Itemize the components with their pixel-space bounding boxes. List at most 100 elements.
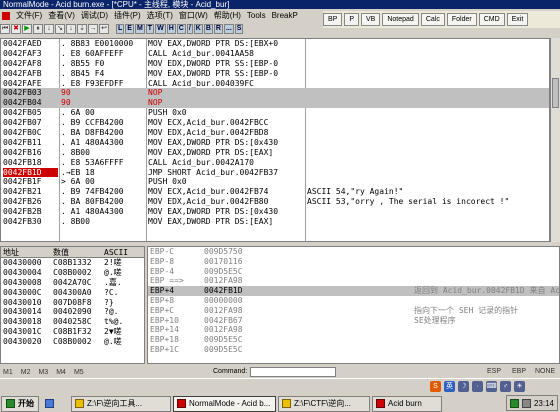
toolbar-patches-button[interactable]: / bbox=[186, 24, 193, 34]
disasm-row-selected[interactable]: 0042FB03 90 NOP bbox=[1, 88, 549, 99]
toolbar-runtrace-button[interactable]: ... bbox=[223, 24, 234, 34]
keyboard-icon[interactable]: ⌨ bbox=[486, 381, 497, 392]
dump-tab-m2[interactable]: M2 bbox=[21, 369, 31, 376]
plugin-calc-button[interactable]: Calc bbox=[420, 13, 445, 26]
dump-row[interactable]: 00430010 007D08F8?} bbox=[1, 298, 144, 308]
skin-icon[interactable]: ☀ bbox=[514, 381, 525, 392]
disasm-row[interactable]: 0042FB21. B9 74FB4200 MOV ECX,Acid_bur.00… bbox=[1, 187, 549, 197]
stack-row[interactable]: EBP-C 009D5750 bbox=[148, 247, 559, 257]
browser-quicklaunch-icon[interactable] bbox=[45, 399, 54, 408]
task-folder-ctf[interactable]: Z:\F\CTF\逆向... bbox=[278, 395, 370, 412]
plugin-bp-button[interactable]: BP bbox=[323, 13, 343, 26]
go-to-origin-icon[interactable]: ↩ bbox=[99, 24, 109, 34]
task-folder-tools[interactable]: Z:\F\逆向工具... bbox=[71, 395, 171, 412]
dump-tab-m4[interactable]: M4 bbox=[56, 369, 66, 376]
toolbar-callstack-button[interactable]: K bbox=[193, 24, 203, 34]
menu-tools[interactable]: Tools bbox=[244, 11, 269, 20]
dump-row[interactable]: 0043000C 004300A0 ?C. bbox=[1, 288, 144, 298]
user-icon[interactable]: ♂ bbox=[500, 381, 511, 392]
dump-row[interactable]: 00430020 C08B0002 @.嗟 bbox=[1, 337, 144, 347]
disasm-row[interactable]: 0042FB30. 8B00 MOV EAX,DWORD PTR DS:[EAX] bbox=[1, 217, 549, 227]
step-into-icon[interactable]: ↓ bbox=[44, 24, 54, 34]
toolbar-modules-button[interactable]: E bbox=[125, 24, 134, 34]
restart-icon[interactable]: ⏮ bbox=[0, 24, 10, 34]
clock[interactable]: 23:14 bbox=[534, 399, 554, 408]
toolbar-breakpoints-button[interactable]: B bbox=[203, 24, 213, 34]
menu-options[interactable]: 选项(T) bbox=[144, 10, 176, 21]
trace-into-icon[interactable]: ↓ bbox=[66, 24, 76, 34]
plugin-cmd-button[interactable]: CMD bbox=[478, 13, 505, 26]
close-icon[interactable]: ✖ bbox=[11, 24, 21, 34]
menu-window[interactable]: 窗口(W) bbox=[176, 10, 211, 21]
disasm-row-selected[interactable]: 0042FB04 90 NOP bbox=[1, 98, 549, 109]
plugin-notepad-button[interactable]: Notepad bbox=[382, 13, 419, 26]
stack-row[interactable]: EBP ==> 0012FA98 bbox=[148, 276, 559, 286]
disasm-row[interactable]: 0042FAF3. E8 60AFFEFF CALL Acid_bur.0041A… bbox=[1, 49, 549, 59]
dump-row[interactable]: 00430008 0042A70C .嘉. bbox=[1, 278, 144, 288]
dump-tab-m5[interactable]: M5 bbox=[74, 369, 84, 376]
dump-header-addr[interactable]: 地址 bbox=[3, 247, 19, 258]
toolbar-windows-button[interactable]: W bbox=[155, 24, 166, 34]
disasm-row[interactable]: 0042FB16. 8B00 MOV EAX,DWORD PTR DS:[EAX] bbox=[1, 148, 549, 158]
disasm-row[interactable]: 0042FB2B. A1 480A4300 MOV EAX,DWORD PTR D… bbox=[1, 207, 549, 217]
disasm-row[interactable]: 0042FAF8. 8B55 F0 MOV EDX,DWORD PTR SS:[E… bbox=[1, 59, 549, 69]
stack-row[interactable]: EBP+10 0042FB67 SE处理程序 bbox=[148, 316, 559, 326]
plugin-exit-button[interactable]: Exit bbox=[506, 13, 529, 26]
run-icon[interactable]: ▶ bbox=[22, 24, 32, 34]
toolbar-cpu-button[interactable]: C bbox=[176, 24, 186, 34]
disassembly-pane[interactable]: 0042FAED. 8B83 E0010000 MOV EAX,DWORD PTR… bbox=[0, 38, 550, 242]
volume-icon[interactable] bbox=[521, 398, 531, 408]
stack-row[interactable]: EBP-4 009D5E5C bbox=[148, 267, 559, 277]
plugin-folder-button[interactable]: Folder bbox=[446, 13, 477, 26]
plugin-vb-button[interactable]: VB bbox=[361, 13, 381, 26]
language-icon[interactable]: 英 bbox=[444, 381, 455, 392]
sogou-ime-icon[interactable]: S bbox=[430, 381, 441, 392]
stack-row[interactable]: EBP+8 00000000 bbox=[148, 296, 559, 306]
ollydbg-app-icon[interactable] bbox=[2, 11, 10, 20]
dump-header-ascii[interactable]: ASCII bbox=[104, 247, 128, 258]
toolbar-source-button[interactable]: S bbox=[234, 24, 244, 34]
punctuation-icon[interactable]: · bbox=[472, 381, 483, 392]
dump-row[interactable]: 0043001C C08B1F32 2▼嗟 bbox=[1, 327, 144, 337]
stack-row[interactable]: EBP+C 0012FA98 指向下一个 SEH 记录的指针 bbox=[148, 306, 559, 316]
toolbar-log-button[interactable]: L bbox=[116, 24, 125, 34]
disasm-row[interactable]: 0042FB11. A1 480A4300 MOV EAX,DWORD PTR D… bbox=[1, 138, 549, 148]
stack-row[interactable]: EBP+18 009D5E5C bbox=[148, 335, 559, 345]
dump-tab-m1[interactable]: M1 bbox=[3, 369, 13, 376]
disasm-row[interactable]: 0042FB26. BA 80FB4200 MOV EDX,Acid_bur.00… bbox=[1, 197, 549, 207]
menu-view[interactable]: 查看(V) bbox=[45, 10, 78, 21]
menu-debug[interactable]: 调试(D) bbox=[78, 10, 111, 21]
dump-row[interactable]: 00430018 0040258C t%@. bbox=[1, 317, 144, 327]
disasm-row[interactable]: 0042FB0C. BA D8FB4200 MOV EDX,Acid_bur.00… bbox=[1, 128, 549, 138]
disasm-row[interactable]: 0042FB07. B9 CCFB4200 MOV ECX,Acid_bur.00… bbox=[1, 118, 549, 128]
half-width-icon[interactable]: ☽ bbox=[458, 381, 469, 392]
scrollbar-thumb[interactable] bbox=[552, 78, 559, 108]
disasm-row[interactable]: 0042FB1F > 6A 00 PUSH 0x0 bbox=[1, 177, 549, 187]
stack-row[interactable]: EBP+1C 009D5E5C bbox=[148, 345, 559, 355]
toolbar-handles-button[interactable]: H bbox=[166, 24, 176, 34]
menu-plugins[interactable]: 插件(P) bbox=[111, 10, 144, 21]
disasm-row[interactable]: 0042FAED. 8B83 E0010000 MOV EAX,DWORD PTR… bbox=[1, 39, 549, 49]
stack-mode-none[interactable]: NONE bbox=[535, 368, 555, 375]
disasm-row[interactable]: 0042FAFE. E8 F93EFDFF CALL Acid_bur.00403… bbox=[1, 79, 549, 89]
disassembly-scrollbar[interactable] bbox=[550, 38, 560, 242]
toolbar-references-button[interactable]: R bbox=[213, 24, 223, 34]
dump-tab-m3[interactable]: M3 bbox=[38, 369, 48, 376]
task-ollydbg[interactable]: NormalMode - Acid b... bbox=[173, 395, 276, 412]
menu-help[interactable]: 帮助(H) bbox=[211, 10, 244, 21]
dump-row[interactable]: 00430014 00402090 ?@. bbox=[1, 307, 144, 317]
execute-till-return-icon[interactable]: → bbox=[88, 24, 98, 34]
menu-file[interactable]: 文件(F) bbox=[13, 10, 45, 21]
disasm-row[interactable]: 0042FB05. 6A 00 PUSH 0x0 bbox=[1, 108, 549, 118]
task-acid-burn[interactable]: Acid burn bbox=[372, 395, 442, 412]
stack-row[interactable]: EBP+14 0012FA98 bbox=[148, 325, 559, 335]
stack-mode-ebp[interactable]: EBP bbox=[512, 368, 526, 375]
stack-row-selected[interactable]: EBP+4 0042FB1D 返回到 Acid_bur.0042FB1D 来自 Ac… bbox=[148, 286, 559, 296]
menu-breakpoints[interactable]: BreakP bbox=[269, 11, 301, 20]
toolbar-memory-button[interactable]: M bbox=[134, 24, 145, 34]
stack-mode-esp[interactable]: ESP bbox=[487, 368, 501, 375]
disasm-row-current[interactable]: 0042FB1D .→EB 18 JMP SHORT Acid_bur.0042FB… bbox=[1, 167, 549, 178]
start-button[interactable]: 开始 bbox=[1, 395, 39, 412]
command-input[interactable] bbox=[250, 367, 336, 377]
dump-header-value[interactable]: 数值 bbox=[53, 247, 69, 258]
